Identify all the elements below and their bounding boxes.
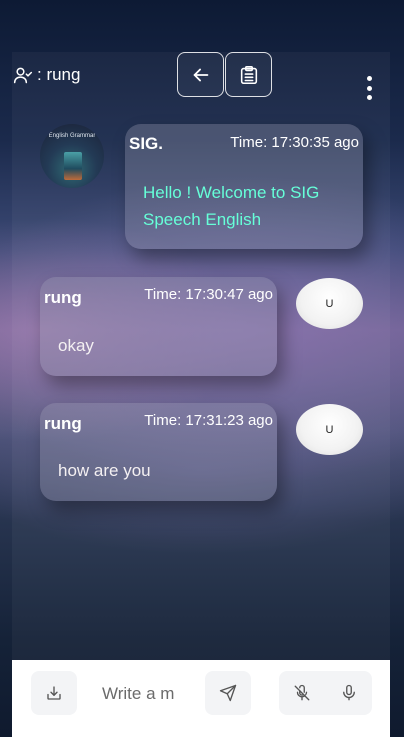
message-bubble-bot: SIG. Time: 17:30:35 ago Hello ! Welcome … xyxy=(125,124,363,249)
message-sender: SIG. xyxy=(129,134,164,153)
message-input[interactable] xyxy=(102,680,182,708)
mic-off-button[interactable] xyxy=(291,682,313,704)
upload-button[interactable] xyxy=(31,671,77,715)
book-cover-icon xyxy=(64,152,82,180)
user-check-icon xyxy=(13,67,33,84)
message-time: Time: 17:31:23 ago xyxy=(144,412,273,429)
clipboard-icon xyxy=(240,65,257,84)
upload-icon xyxy=(47,686,61,700)
mic-off-icon xyxy=(294,684,310,701)
message-text: how are you xyxy=(58,461,151,480)
more-options-button[interactable] xyxy=(360,76,378,100)
message-bubble-user: rung Time: 17:30:47 ago okay xyxy=(40,277,277,376)
arrow-left-icon xyxy=(193,68,208,81)
more-vertical-icon xyxy=(366,76,372,81)
message-bubble-user: rung Time: 17:31:23 ago how are you xyxy=(40,403,277,501)
mic-button[interactable] xyxy=(338,682,360,704)
bot-avatar: English Grammar xyxy=(40,124,104,188)
message-sender: rung xyxy=(44,288,82,307)
message-composer xyxy=(12,660,390,737)
mic-icon xyxy=(343,684,355,701)
message-sender: rung xyxy=(44,414,82,433)
message-text: Hello ! Welcome to SIG Speech English xyxy=(143,183,320,229)
message-time: Time: 17:30:35 ago xyxy=(230,134,359,151)
bot-avatar-caption: English Grammar xyxy=(48,133,96,139)
message-time: Time: 17:30:47 ago xyxy=(144,286,273,303)
send-button[interactable] xyxy=(205,671,251,715)
user-avatar: U xyxy=(296,404,363,455)
send-icon xyxy=(219,684,237,702)
back-button[interactable] xyxy=(177,52,224,97)
voice-controls xyxy=(279,671,372,715)
user-avatar-initial: U xyxy=(325,423,334,436)
message-text: okay xyxy=(58,336,94,355)
current-user: : rung xyxy=(13,64,80,86)
user-avatar-initial: U xyxy=(325,297,334,310)
clipboard-button[interactable] xyxy=(225,52,272,97)
current-user-label: : rung xyxy=(37,65,81,84)
user-avatar: U xyxy=(296,278,363,329)
